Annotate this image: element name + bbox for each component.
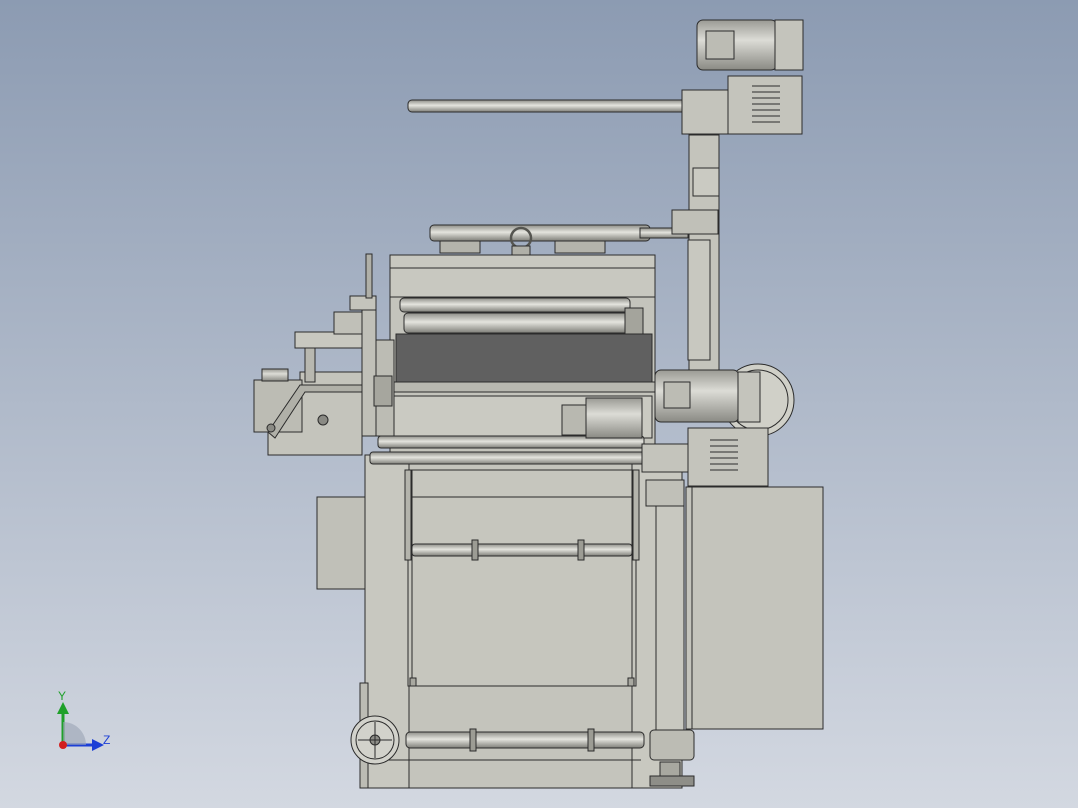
mid-motor[interactable] (654, 369, 761, 423)
origin-marker-icon (59, 741, 67, 749)
top-motor[interactable] (696, 19, 804, 71)
bottom-roller[interactable] (405, 728, 645, 752)
front-rod-lower[interactable] (369, 451, 661, 465)
electrical-cabinet[interactable] (685, 486, 824, 730)
conveyor-belt[interactable] (395, 333, 653, 387)
y-axis-label: Y (58, 689, 66, 703)
hand-wheel-bottom[interactable] (350, 715, 400, 765)
mid-coupling[interactable] (641, 443, 689, 473)
cad-drawing[interactable]: Y Z (0, 0, 1078, 808)
top-gear-housing[interactable] (727, 75, 803, 135)
cad-viewport[interactable]: Y Z (0, 0, 1078, 808)
z-axis-label: Z (103, 733, 110, 747)
mid-gear-housing[interactable] (687, 427, 769, 487)
left-side-panel[interactable] (316, 496, 366, 590)
upper-roller[interactable] (399, 297, 631, 313)
